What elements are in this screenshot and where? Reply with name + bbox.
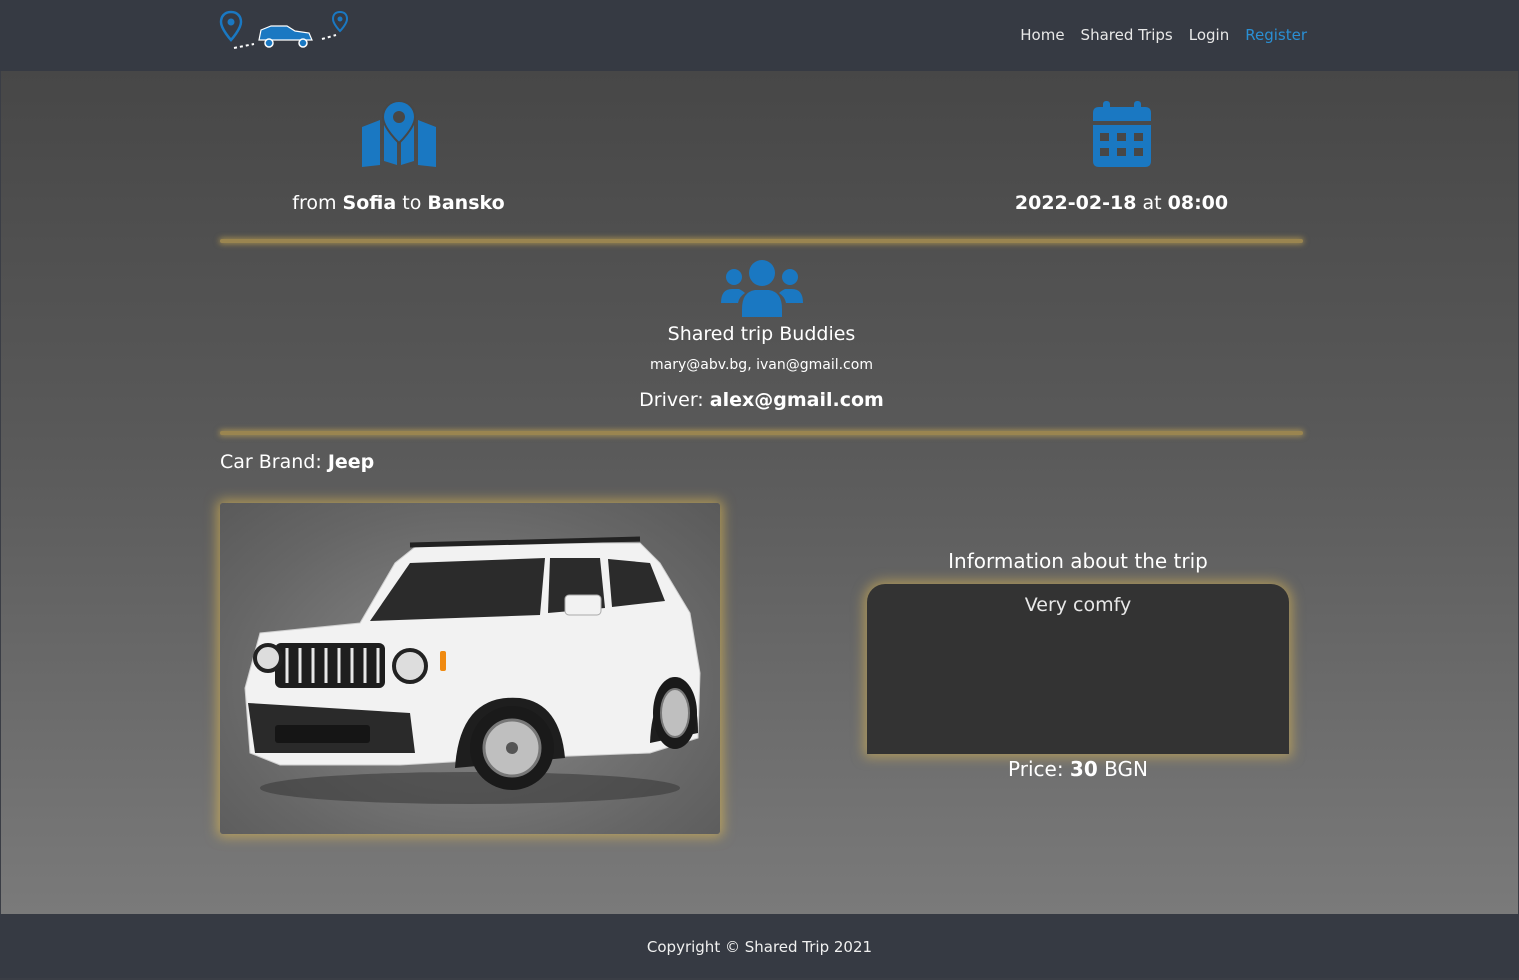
nav-register-link[interactable]: Register — [1245, 26, 1307, 44]
top-navbar: Home Shared Trips Login Register — [0, 0, 1519, 71]
schedule-section: 2022-02-18 at 08:00 — [943, 101, 1300, 215]
info-title: Information about the trip — [948, 549, 1208, 573]
route-to: Bansko — [427, 192, 505, 214]
trip-description-box: Very comfy — [867, 584, 1289, 754]
copyright-text: Copyright © Shared Trip 2021 — [646, 938, 873, 956]
trip-time: 08:00 — [1167, 192, 1229, 214]
car-brand-value: Jeep — [327, 451, 375, 473]
price-currency: BGN — [1104, 757, 1148, 781]
price-value: 30 — [1069, 757, 1098, 781]
nav-login-link[interactable]: Login — [1189, 26, 1229, 44]
nav-links: Home Shared Trips Login Register — [1020, 26, 1307, 44]
route-from: Sofia — [342, 192, 397, 214]
trip-description: Very comfy — [1024, 594, 1132, 616]
footer: Copyright © Shared Trip 2021 — [0, 914, 1519, 978]
shared-trip-logo[interactable] — [219, 10, 351, 54]
nav-shared-trips-link[interactable]: Shared Trips — [1081, 26, 1173, 44]
buddies-section: Shared trip Buddies mary@abv.bg, ivan@gm… — [220, 259, 1303, 411]
nav-home-link[interactable]: Home — [1020, 26, 1064, 44]
divider — [220, 239, 1303, 243]
route-section: from Sofia to Bansko — [220, 101, 577, 215]
car-image — [220, 503, 720, 834]
car-brand: Car Brand: Jeep — [220, 451, 375, 473]
divider — [220, 431, 1303, 435]
users-icon — [720, 260, 803, 317]
driver-info: Driver: alex@gmail.com — [639, 389, 884, 411]
map-location-icon — [361, 101, 436, 167]
trip-details: from Sofia to Bansko 2022-02-18 at 08:00 — [1, 71, 1518, 914]
trip-date: 2022-02-18 — [1014, 192, 1137, 214]
buddies-emails: mary@abv.bg, ivan@gmail.com — [650, 357, 873, 373]
route-text: from Sofia to Bansko — [292, 192, 505, 214]
buddies-title: Shared trip Buddies — [667, 323, 856, 345]
driver-email: alex@gmail.com — [709, 389, 884, 411]
trip-price: Price: 30 BGN — [1008, 757, 1148, 781]
schedule-text: 2022-02-18 at 08:00 — [1014, 192, 1229, 214]
calendar-icon — [1092, 101, 1151, 167]
